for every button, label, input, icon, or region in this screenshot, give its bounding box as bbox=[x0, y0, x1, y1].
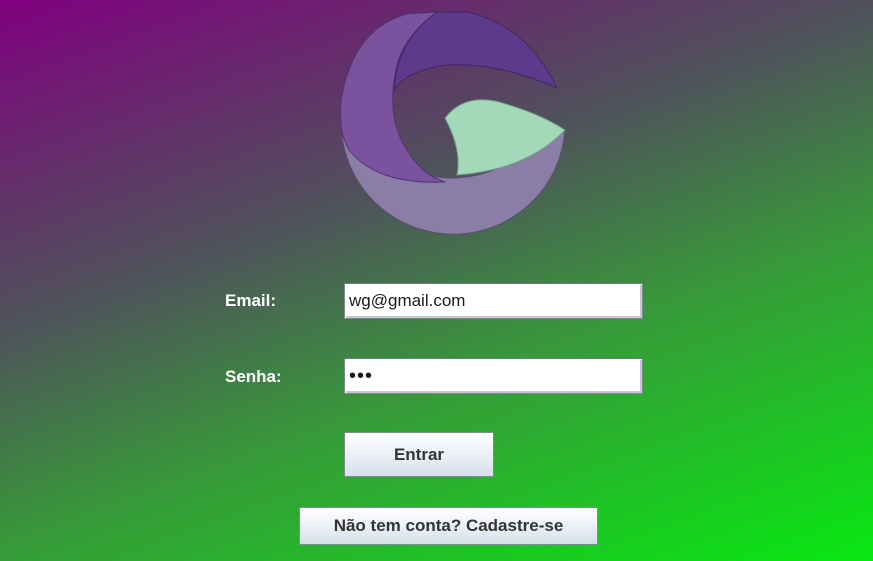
login-button-label: Entrar bbox=[393, 444, 445, 464]
signup-button[interactable]: Não tem conta? Cadastre-se bbox=[299, 507, 598, 545]
signup-button-label: Não tem conta? Cadastre-se bbox=[333, 516, 564, 535]
login-button[interactable]: Entrar bbox=[344, 432, 494, 477]
g-logo-icon bbox=[340, 11, 566, 235]
email-field[interactable] bbox=[344, 283, 643, 319]
email-label: Email: bbox=[225, 291, 277, 310]
password-field[interactable] bbox=[344, 358, 643, 394]
password-label: Senha: bbox=[225, 367, 282, 386]
